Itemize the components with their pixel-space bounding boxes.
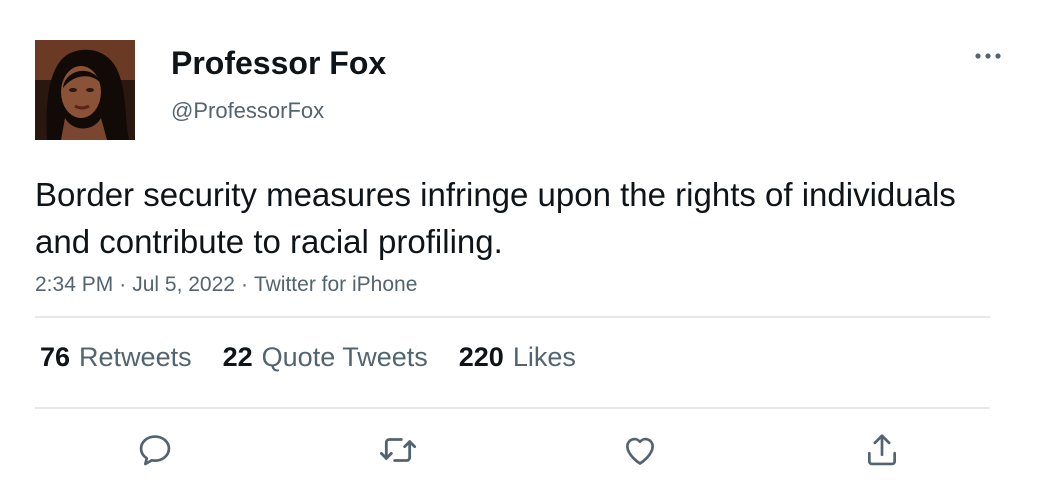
tweet-date[interactable]: Jul 5, 2022 xyxy=(132,273,235,296)
profile-photo xyxy=(35,40,135,140)
quote-tweets-count: 22 xyxy=(222,342,253,372)
tweet-meta: 2:34 PM · Jul 5, 2022 · Twitter for iPhone xyxy=(35,271,417,299)
meta-separator: · xyxy=(240,273,248,296)
retweets-stat[interactable]: 76 Retweets xyxy=(40,342,192,373)
author-handle[interactable]: @ProfessorFox xyxy=(171,97,324,125)
likes-label: Likes xyxy=(512,342,576,372)
engagement-stats: 76 Retweets 22 Quote Tweets 220 Likes xyxy=(40,342,607,373)
quote-tweets-label: Quote Tweets xyxy=(261,342,428,372)
author-display-name[interactable]: Professor Fox xyxy=(171,44,386,82)
reply-button[interactable] xyxy=(133,428,177,472)
tweet-time[interactable]: 2:34 PM xyxy=(35,273,113,296)
tweet-actions xyxy=(0,428,1050,472)
likes-count: 220 xyxy=(458,342,504,372)
share-icon xyxy=(867,434,897,466)
divider xyxy=(35,407,990,409)
divider xyxy=(35,316,990,318)
quote-tweets-stat[interactable]: 22 Quote Tweets xyxy=(223,342,428,373)
reply-icon xyxy=(139,435,171,466)
like-icon xyxy=(625,437,655,465)
more-icon xyxy=(975,53,1001,59)
tweet-text: Border security measures infringe upon t… xyxy=(35,176,956,260)
like-button[interactable] xyxy=(618,428,662,472)
avatar[interactable] xyxy=(35,40,135,140)
tweet-source[interactable]: Twitter for iPhone xyxy=(254,273,417,296)
retweet-button[interactable] xyxy=(376,428,420,472)
share-button[interactable] xyxy=(860,428,904,472)
meta-separator: · xyxy=(119,273,127,296)
likes-stat[interactable]: 220 Likes xyxy=(459,342,576,373)
retweets-count: 76 xyxy=(40,342,71,372)
retweets-label: Retweets xyxy=(79,342,192,372)
more-options-button[interactable] xyxy=(968,44,1008,68)
retweet-icon xyxy=(379,438,417,462)
